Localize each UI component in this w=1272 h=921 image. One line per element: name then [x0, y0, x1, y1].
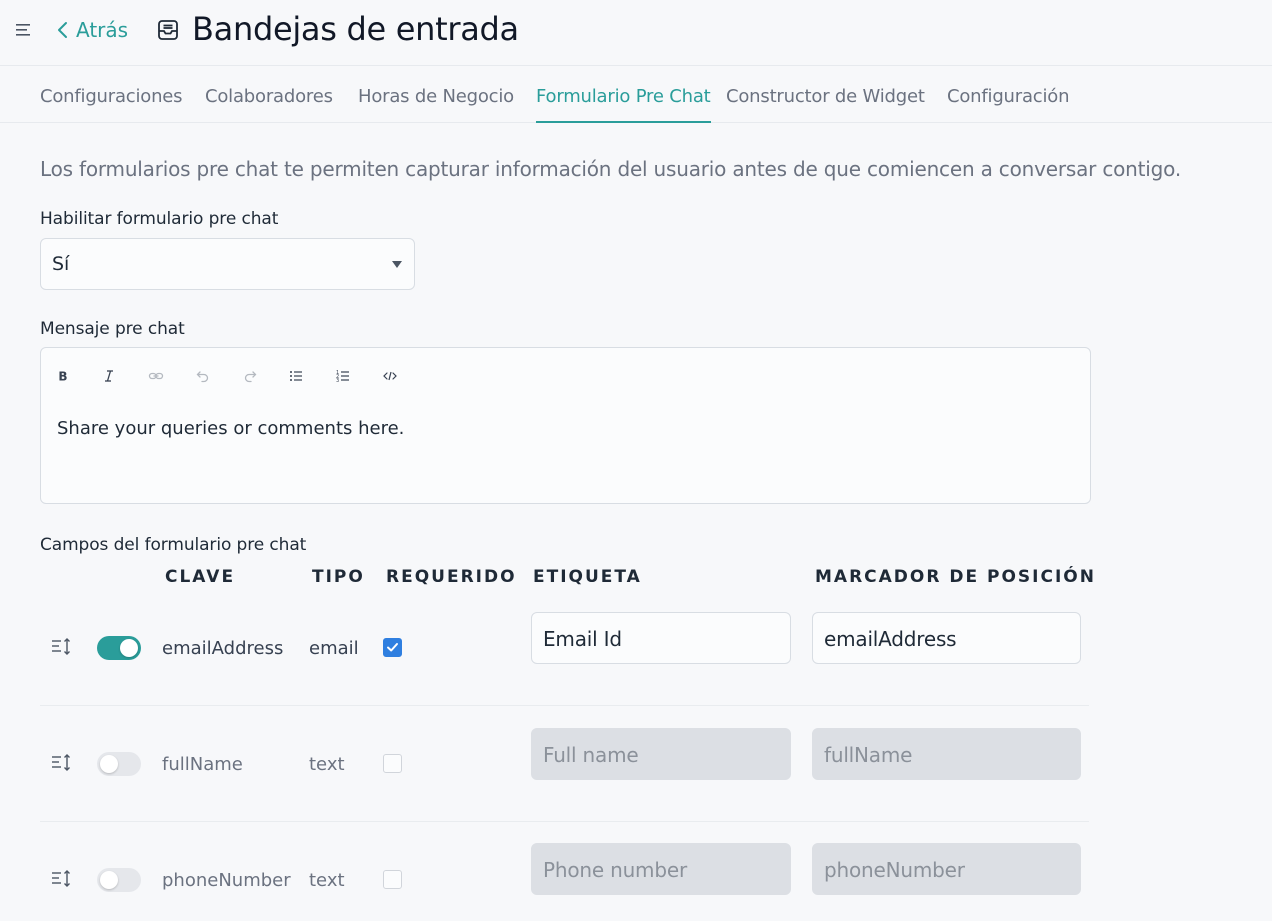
tab-constructor-de-widget[interactable]: Constructor de Widget: [726, 86, 925, 123]
field-type: text: [309, 754, 345, 775]
undo-icon[interactable]: [195, 368, 211, 384]
table-row: fullName text Full name fullName: [40, 706, 1089, 822]
redo-icon[interactable]: [242, 368, 258, 384]
field-enabled-toggle[interactable]: [97, 752, 141, 776]
drag-handle-icon[interactable]: [50, 752, 72, 774]
enable-form-select[interactable]: Sí: [40, 238, 415, 290]
field-type: email: [309, 638, 359, 659]
numbered-list-icon[interactable]: 1 2 3: [335, 368, 351, 384]
field-enabled-toggle[interactable]: [97, 868, 141, 892]
column-header-label: ETIQUETA: [533, 567, 642, 587]
toggle-knob: [100, 871, 118, 889]
back-label: Atrás: [76, 18, 129, 42]
table-row: emailAddress email Email Id emailAddress: [40, 590, 1089, 706]
field-key: fullName: [162, 754, 243, 775]
fields-label: Campos del formulario pre chat: [40, 535, 307, 555]
page-title: Bandejas de entrada: [192, 10, 519, 48]
column-header-key: CLAVE: [165, 567, 236, 587]
section-description: Los formularios pre chat te permiten cap…: [40, 157, 1181, 181]
field-placeholder-input[interactable]: fullName: [812, 728, 1081, 780]
field-key: emailAddress: [162, 638, 284, 659]
drag-handle-icon[interactable]: [50, 868, 72, 890]
tab-colaboradores[interactable]: Colaboradores: [205, 86, 333, 123]
tab-horas-de-negocio[interactable]: Horas de Negocio: [358, 86, 514, 123]
field-key: phoneNumber: [162, 870, 291, 891]
column-header-placeholder: MARCADOR DE POSICIÓN: [815, 567, 1096, 587]
bold-icon[interactable]: B: [55, 368, 71, 384]
field-type: text: [309, 870, 345, 891]
required-checkbox[interactable]: [383, 638, 402, 657]
message-content[interactable]: Share your queries or comments here.: [57, 418, 404, 439]
toggle-knob: [100, 755, 118, 773]
column-header-required: REQUERIDO: [386, 567, 517, 587]
back-button[interactable]: Atrás: [56, 16, 128, 44]
bullet-list-icon[interactable]: [288, 368, 304, 384]
italic-icon[interactable]: [101, 368, 117, 384]
message-editor[interactable]: B 1 2 3 Share your queries or comments h…: [40, 347, 1091, 504]
svg-text:B: B: [58, 370, 67, 384]
field-placeholder-input[interactable]: phoneNumber: [812, 843, 1081, 895]
code-icon[interactable]: [382, 368, 398, 384]
chevron-left-icon: [58, 22, 67, 38]
checkmark-icon: [387, 643, 398, 652]
caret-down-icon: [392, 261, 402, 268]
menu-icon[interactable]: [14, 20, 34, 40]
field-label-input[interactable]: Full name: [531, 728, 791, 780]
tab-formulario-pre-chat[interactable]: Formulario Pre Chat: [536, 86, 711, 123]
link-icon[interactable]: [148, 368, 164, 384]
message-label: Mensaje pre chat: [40, 319, 185, 339]
required-checkbox[interactable]: [383, 754, 402, 773]
column-header-type: TIPO: [312, 567, 365, 587]
drag-handle-icon[interactable]: [50, 636, 72, 658]
required-checkbox[interactable]: [383, 870, 402, 889]
tab-configuraciones[interactable]: Configuraciones: [40, 86, 183, 123]
inbox-icon: [158, 20, 178, 40]
settings-tabs: Configuraciones Colaboradores Horas de N…: [0, 66, 1272, 123]
svg-text:3: 3: [336, 378, 339, 384]
field-placeholder-input[interactable]: emailAddress: [812, 612, 1081, 664]
toggle-knob: [120, 639, 138, 657]
tab-configuracion[interactable]: Configuración: [947, 86, 1070, 123]
table-row: phoneNumber text Phone number phoneNumbe…: [40, 822, 1089, 921]
page-header: Atrás Bandejas de entrada: [0, 0, 1272, 66]
enable-form-value: Sí: [52, 253, 70, 275]
enable-form-label: Habilitar formulario pre chat: [40, 209, 279, 229]
field-enabled-toggle[interactable]: [97, 636, 141, 660]
field-label-input[interactable]: Email Id: [531, 612, 791, 664]
field-label-input[interactable]: Phone number: [531, 843, 791, 895]
